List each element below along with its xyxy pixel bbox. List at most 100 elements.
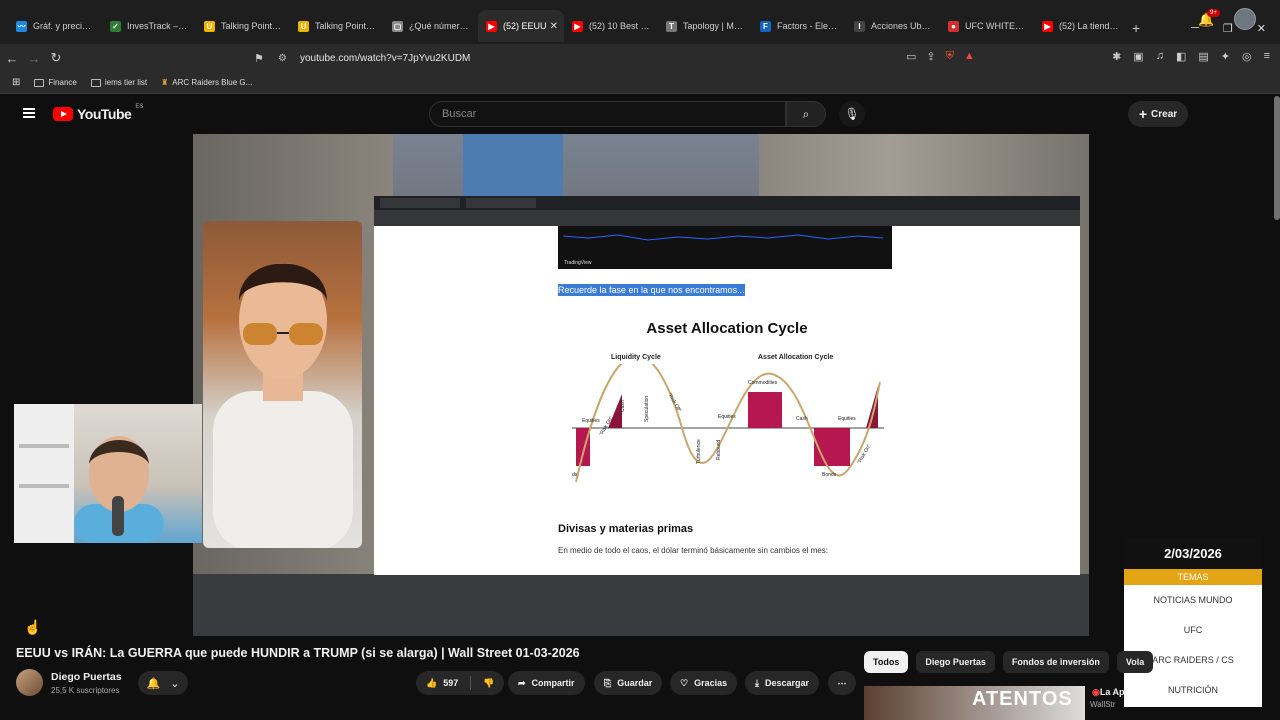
tab-title: Gráf. y precio fon [33, 21, 94, 31]
glasses-lens-left [243, 323, 277, 345]
like-count: 597 [443, 678, 459, 688]
browser-tab[interactable]: I Acciones Ubisoft [846, 10, 940, 42]
bookmark-label: Finance [48, 78, 77, 87]
reload-icon[interactable]: ↻ [46, 50, 66, 66]
back-icon[interactable]: ← [2, 51, 22, 66]
sidebar-icon[interactable]: ◧ [1176, 50, 1186, 63]
thumbnail-text: ATENTOS [972, 688, 1073, 710]
bookmark-finance[interactable]: Finance [34, 78, 77, 87]
chip-vola[interactable]: Vola [1116, 651, 1154, 673]
presenter-figure [213, 263, 353, 548]
bookmark-arc[interactable]: ♜ ARC Raiders Blue G... [161, 78, 252, 87]
chip-channel[interactable]: Diego Puertas [916, 651, 995, 673]
related-video-title[interactable]: ◉La Ap [1092, 687, 1125, 698]
browser-tab[interactable]: ▶ (52) 10 Best NEW [564, 10, 658, 42]
tab-title: Talking Points | M [221, 21, 282, 31]
like-button[interactable]: 👍 597 [426, 678, 458, 689]
subscribed-button[interactable]: 🔔 ⌄ [138, 671, 188, 695]
divider [470, 676, 472, 690]
download-label: Descargar [764, 678, 810, 688]
browser-tab[interactable]: ▢ ¿Qué número de [384, 10, 478, 42]
background-street [193, 574, 1089, 636]
thanks-button[interactable]: ♡ Gracias [670, 671, 738, 695]
subscriber-count: 25,5 K suscriptores [51, 686, 120, 695]
vpn-icon[interactable]: ◎ [1242, 50, 1252, 63]
close-tab-icon[interactable]: ✕ [550, 21, 558, 32]
voice-search-button[interactable]: 🎙 [839, 101, 865, 127]
host-shelf-board [19, 484, 69, 488]
panel-item: NOTICIAS MUNDO [1153, 595, 1233, 605]
browser-tab-bar: 〰 Gráf. y precio fon ✓ InvesTrack – Tus U Tal… [0, 0, 1280, 44]
maximize-icon[interactable]: ❐ [1223, 22, 1233, 35]
channel-avatar[interactable] [16, 669, 43, 696]
related-video-thumbnail[interactable]: ATENTOS [864, 686, 1085, 720]
browser-tab[interactable]: 〰 Gráf. y precio fon [8, 10, 102, 42]
screenshot-icon[interactable]: ▣ [1133, 50, 1143, 63]
browser-tab[interactable]: ▶ (52) La tienda de [1034, 10, 1128, 42]
browser-tab[interactable]: T Tapology | MMA [658, 10, 752, 42]
extensions-icon[interactable]: ✱ [1112, 50, 1121, 63]
browser-tab[interactable]: U Talking Points | M [290, 10, 384, 42]
cycle-label: Cash [796, 416, 808, 422]
cycle-label: Equities [718, 414, 736, 420]
download-button[interactable]: ⤓ Descargar [745, 671, 820, 695]
save-label: Guardar [617, 678, 653, 688]
bookmark-iems[interactable]: iems tier list [90, 78, 147, 87]
chip-todos[interactable]: Todos [864, 651, 909, 673]
media-icon[interactable]: ♫ [1156, 50, 1164, 63]
new-tab-icon[interactable]: + [1132, 20, 1140, 36]
create-label: Crear [1151, 108, 1178, 120]
wallet-icon[interactable]: ▤ [1198, 50, 1208, 63]
channel-name[interactable]: Diego Puertas [51, 671, 122, 683]
tab-title: InvesTrack – Tus [127, 21, 188, 31]
apps-icon[interactable]: ⊞ [12, 77, 20, 88]
brave-shield-icon[interactable]: ⛨ [946, 50, 954, 63]
brave-rewards-icon[interactable]: ▲ [964, 50, 975, 63]
bookmark-icon[interactable]: ⚑ [254, 52, 264, 65]
site-info-icon[interactable]: ⚙ [278, 53, 287, 64]
video-title: EEUU vs IRÁN: La GUERRA que puede HUNDIR… [16, 646, 580, 660]
bell-icon: 🔔 [146, 677, 161, 690]
browser-tab[interactable]: ● UFC WHITE HOU [940, 10, 1034, 42]
share-button[interactable]: ➦ Compartir [508, 671, 585, 695]
related-filter-chips: Todos Diego Puertas Fondos de inversión … [864, 651, 1154, 673]
browser-tab[interactable]: ✓ InvesTrack – Tus [102, 10, 196, 42]
panel-date: 2/03/2026 [1124, 537, 1262, 569]
tab-favicon-icon: U [204, 20, 215, 32]
search-input[interactable]: Buscar [429, 101, 786, 127]
tab-favicon-icon: ▶ [1042, 20, 1053, 32]
user-avatar[interactable] [1234, 8, 1256, 30]
tab-title: (52) La tienda de [1059, 21, 1120, 31]
youtube-logo[interactable]: YouTube ES [53, 104, 143, 122]
url-field[interactable]: ⚑ ⚙ youtube.com/watch?v=7JpYvu2KUDM [248, 47, 998, 69]
share-icon[interactable]: ⇪ [926, 50, 935, 63]
tradingview-label: TradingView [564, 260, 592, 266]
cycle-label: Rebound [716, 439, 722, 460]
search-button[interactable]: ⌕ [786, 101, 826, 127]
dislike-button[interactable]: 👎 [483, 678, 494, 689]
page-scrollbar[interactable] [1274, 96, 1280, 220]
browser-tab[interactable]: F Factors - Element [752, 10, 846, 42]
presenter-shirt [213, 391, 353, 548]
chip-funds[interactable]: Fondos de inversión [1002, 651, 1109, 673]
menu-icon[interactable]: ≡ [1264, 50, 1270, 63]
save-button[interactable]: ⎘ Guardar [594, 671, 663, 695]
create-button[interactable]: + Crear [1128, 101, 1188, 127]
plus-icon: + [1138, 106, 1148, 122]
leo-icon[interactable]: ✦ [1221, 50, 1230, 63]
browser-tab[interactable]: ▶ (52) EEUU ✕ [478, 10, 564, 42]
menu-hamburger-icon[interactable] [23, 108, 35, 118]
share-arrow-icon: ➦ [518, 677, 526, 688]
search-icon: ⌕ [802, 106, 810, 121]
related-title-text: La Ap [1099, 687, 1125, 697]
tab-favicon-icon: I [854, 20, 865, 32]
close-window-icon[interactable]: ✕ [1257, 22, 1266, 35]
glasses-lens-right [289, 323, 323, 345]
toolbar-icons: ✱ ▣ ♫ ◧ ▤ ✦ ◎ ≡ [1112, 50, 1270, 63]
browser-tab[interactable]: U Talking Points | M [196, 10, 290, 42]
cycle-label: ds [572, 472, 578, 478]
more-actions-button[interactable]: ⋯ [828, 671, 856, 695]
cast-icon[interactable]: ▭ [906, 50, 916, 63]
topics-overlay-panel: 2/03/2026 TEMAS NOTICIAS MUNDO UFC ARC R… [1124, 537, 1262, 707]
forward-icon[interactable]: → [24, 51, 44, 66]
